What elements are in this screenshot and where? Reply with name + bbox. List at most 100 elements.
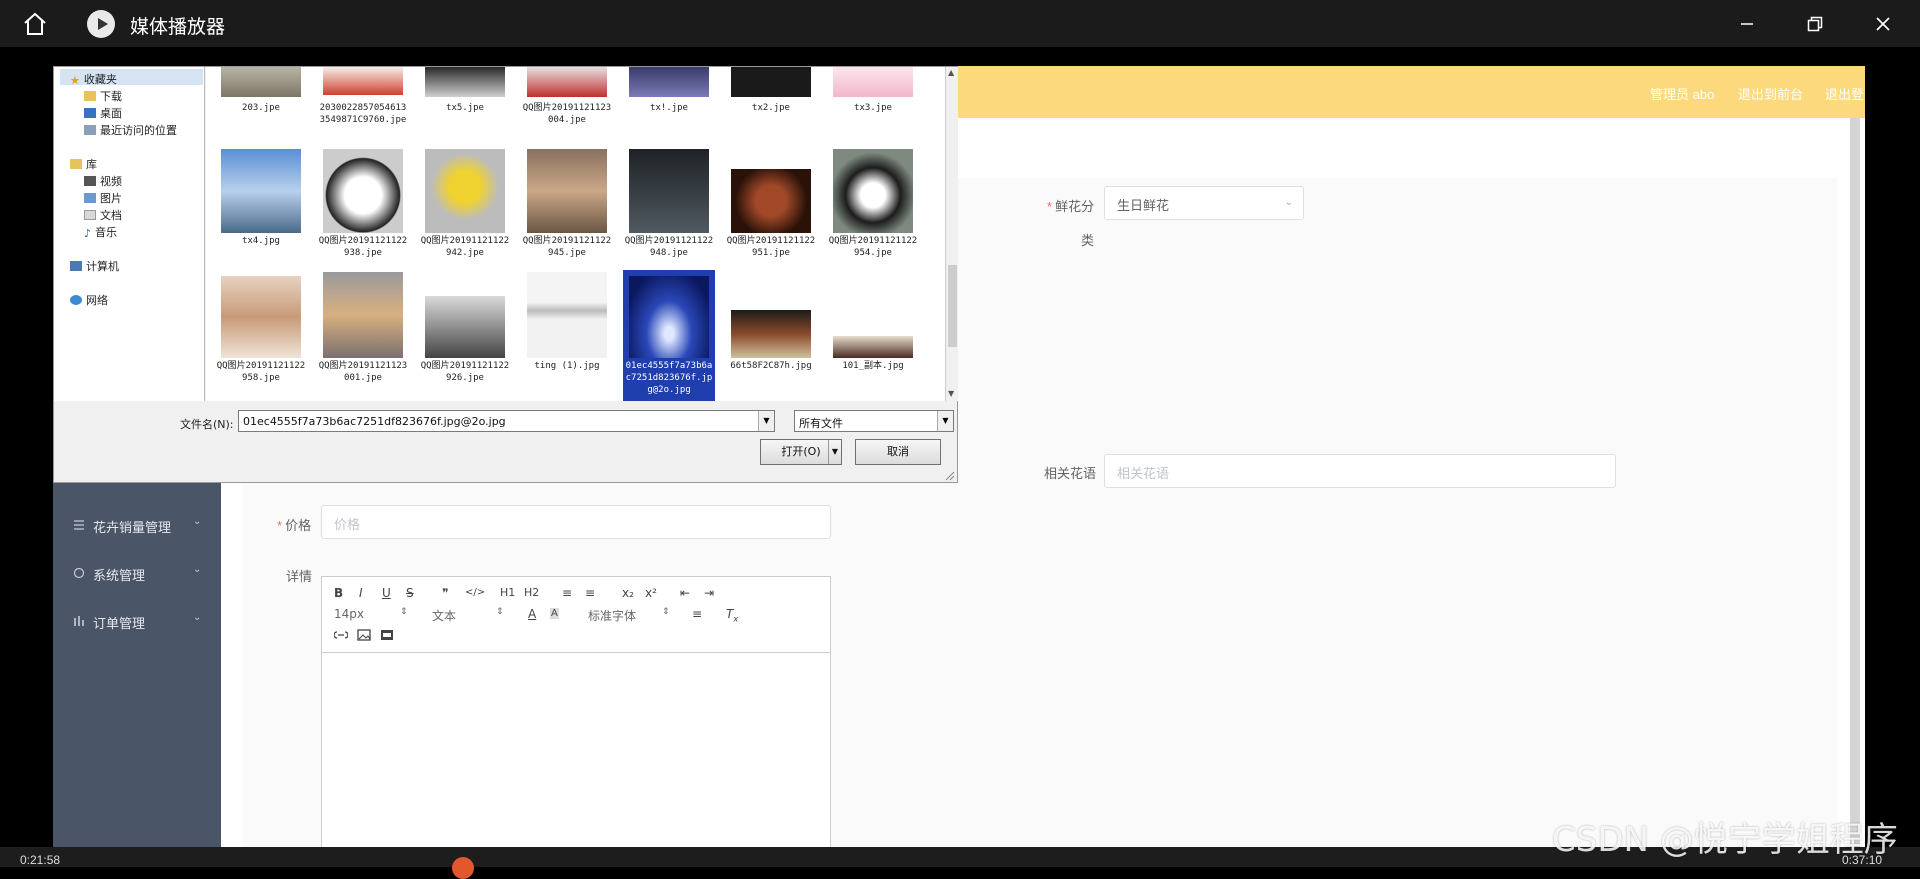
back-to-frontend-link[interactable]: 退出到前台 bbox=[1738, 84, 1803, 103]
tree-item-recent[interactable]: 最近访问的位置 bbox=[84, 122, 177, 138]
file-item[interactable]: 203.jpe bbox=[215, 67, 307, 127]
clear-format-icon[interactable]: Tx bbox=[726, 607, 738, 623]
scroll-down-icon[interactable]: ▼ bbox=[948, 389, 954, 398]
tree-item-documents[interactable]: 文档 bbox=[84, 207, 122, 223]
tree-item-libraries[interactable]: 库 bbox=[70, 156, 97, 172]
file-item[interactable]: QQ图片20191121122938.jpe bbox=[317, 143, 409, 273]
image-icon[interactable] bbox=[357, 629, 371, 641]
file-item[interactable]: ting (1).jpg bbox=[521, 270, 613, 401]
chevron-down-icon[interactable]: ▼ bbox=[827, 440, 838, 464]
code-button[interactable]: </> bbox=[465, 587, 485, 598]
sidebar-item-orders[interactable]: 订单管理 ⌄ bbox=[53, 602, 221, 642]
font-size-select[interactable]: 14px bbox=[334, 607, 364, 621]
file-item[interactable]: tx3.jpe bbox=[827, 67, 919, 127]
file-item[interactable]: QQ图片20191121122958.jpe bbox=[215, 270, 307, 401]
music-icon: ♪ bbox=[84, 227, 92, 240]
file-item[interactable]: 20300228570546133549871C9760.jpe bbox=[317, 67, 409, 142]
watermark: CSDN @悦宁学姐程序 bbox=[1552, 820, 1898, 860]
tree-item-computer[interactable]: 计算机 bbox=[70, 258, 119, 274]
minimize-button[interactable] bbox=[1732, 9, 1762, 39]
flower-language-label: 相关花语 bbox=[1044, 466, 1097, 481]
price-input[interactable]: 价格 bbox=[321, 505, 831, 539]
strike-button[interactable]: S bbox=[406, 586, 414, 600]
file-item[interactable]: QQ图片20191121123001.jpe bbox=[317, 270, 409, 401]
flower-language-placeholder: 相关花语 bbox=[1117, 466, 1170, 481]
seek-handle[interactable] bbox=[452, 857, 474, 879]
elapsed-time: 0:21:58 bbox=[20, 853, 61, 867]
background-color-icon[interactable]: A bbox=[550, 608, 559, 619]
superscript-button[interactable]: x² bbox=[645, 586, 657, 600]
sidebar-item-system[interactable]: 系统管理 ⌄ bbox=[53, 554, 221, 594]
filetype-select[interactable]: 所有文件 ▼ bbox=[794, 410, 954, 432]
category-value: 生日鲜花 bbox=[1117, 198, 1170, 213]
tree-item-pictures[interactable]: 图片 bbox=[84, 190, 122, 206]
file-item-selected[interactable]: 01ec4555f7a73b6ac7251d823676f.jpg@2o.jpg bbox=[623, 270, 715, 401]
file-item[interactable]: tx5.jpe bbox=[419, 67, 511, 127]
tree-item-music[interactable]: ♪ 音乐 bbox=[84, 224, 117, 240]
bullet-list-button[interactable]: ≡ bbox=[585, 586, 595, 600]
admin-user-link[interactable]: 管理员 abo bbox=[1650, 84, 1714, 103]
open-button[interactable]: 打开(O) ▼ bbox=[760, 439, 842, 465]
computer-icon bbox=[70, 261, 82, 271]
logout-link[interactable]: 退出登录 bbox=[1825, 84, 1865, 103]
h2-button[interactable]: H2 bbox=[524, 586, 539, 599]
tree-item-desktop[interactable]: 桌面 bbox=[84, 105, 122, 121]
rich-text-editor[interactable]: B I U S ❞ </> H1 H2 ≡ ≡ x₂ x² ⇤ ⇥ 14px ⇕… bbox=[321, 576, 831, 867]
file-item[interactable]: QQ图片20191121122942.jpe bbox=[419, 143, 511, 273]
underline-button[interactable]: U bbox=[382, 586, 391, 600]
font-family-select[interactable]: 标准字体 bbox=[588, 607, 636, 624]
quote-button[interactable]: ❞ bbox=[442, 586, 448, 600]
tree-item-network[interactable]: 网络 bbox=[70, 292, 108, 308]
subscript-button[interactable]: x₂ bbox=[622, 586, 634, 600]
file-item[interactable]: tx4.jpg bbox=[215, 143, 307, 253]
cancel-button[interactable]: 取消 bbox=[855, 439, 941, 465]
category-label: * 鲜花分 bbox=[1047, 199, 1095, 214]
outdent-button[interactable]: ⇤ bbox=[680, 586, 690, 600]
sidebar-item-flower-sales[interactable]: 花卉销量管理 ⌄ bbox=[53, 506, 221, 546]
h1-button[interactable]: H1 bbox=[500, 586, 515, 599]
tree-item-downloads[interactable]: 下载 bbox=[84, 88, 122, 104]
ordered-list-button[interactable]: ≡ bbox=[562, 586, 572, 600]
font-color-icon[interactable]: A bbox=[528, 607, 536, 621]
file-item[interactable]: 66t58F2C87h.jpg bbox=[725, 270, 817, 401]
file-item[interactable]: QQ图片20191121122951.jpe bbox=[725, 143, 817, 273]
text-style-select[interactable]: 文本 bbox=[432, 607, 456, 624]
chevron-down-icon: ⌄ bbox=[193, 612, 202, 623]
file-item[interactable]: QQ图片20191121122948.jpe bbox=[623, 143, 715, 273]
file-item[interactable]: tx2.jpe bbox=[725, 67, 817, 127]
chevron-updown-icon: ⇕ bbox=[496, 607, 504, 617]
tree-item-videos[interactable]: 视频 bbox=[84, 173, 122, 189]
file-grid-scrollbar[interactable]: ▲ ▼ bbox=[945, 67, 958, 401]
indent-button[interactable]: ⇥ bbox=[704, 586, 714, 600]
file-item[interactable]: 101_副本.jpg bbox=[827, 270, 919, 401]
page-scrollbar[interactable] bbox=[1850, 118, 1860, 867]
file-item[interactable]: QQ图片20191121123004.jpe bbox=[521, 67, 613, 142]
list-icon bbox=[74, 520, 84, 530]
category-select[interactable]: 生日鲜花 ⌄ bbox=[1104, 186, 1304, 220]
filename-input[interactable]: 01ec4555f7a73b6ac7251df823676f.jpg@2o.jp… bbox=[238, 410, 775, 432]
chevron-down-icon[interactable]: ▼ bbox=[937, 411, 953, 431]
maximize-button[interactable] bbox=[1800, 9, 1830, 39]
align-icon[interactable]: ≡ bbox=[692, 607, 702, 621]
file-item[interactable]: QQ图片20191121122945.jpe bbox=[521, 143, 613, 273]
italic-button[interactable]: I bbox=[359, 586, 363, 600]
bold-button[interactable]: B bbox=[334, 586, 343, 600]
minimize-icon bbox=[1741, 23, 1753, 25]
tree-item-favorites[interactable]: ★ 收藏夹 bbox=[70, 71, 117, 87]
price-placeholder: 价格 bbox=[334, 517, 361, 532]
link-icon[interactable] bbox=[334, 629, 348, 641]
scroll-up-icon[interactable]: ▲ bbox=[948, 68, 954, 77]
chevron-down-icon: ⌄ bbox=[193, 564, 202, 575]
chevron-down-icon[interactable]: ▼ bbox=[758, 411, 774, 431]
resize-grip-icon[interactable] bbox=[943, 469, 955, 481]
file-item[interactable]: QQ图片20191121122926.jpe bbox=[419, 270, 511, 401]
scroll-thumb[interactable] bbox=[948, 265, 957, 347]
flower-language-input[interactable]: 相关花语 bbox=[1104, 454, 1616, 488]
file-item[interactable]: tx!.jpe bbox=[623, 67, 715, 127]
close-button[interactable] bbox=[1868, 9, 1898, 39]
home-icon[interactable] bbox=[22, 12, 48, 36]
file-item[interactable]: QQ图片20191121122954.jpe bbox=[827, 143, 919, 273]
player-titlebar: 媒体播放器 bbox=[0, 0, 1920, 47]
detail-label: 详情 bbox=[286, 569, 313, 584]
video-icon[interactable] bbox=[380, 629, 394, 641]
